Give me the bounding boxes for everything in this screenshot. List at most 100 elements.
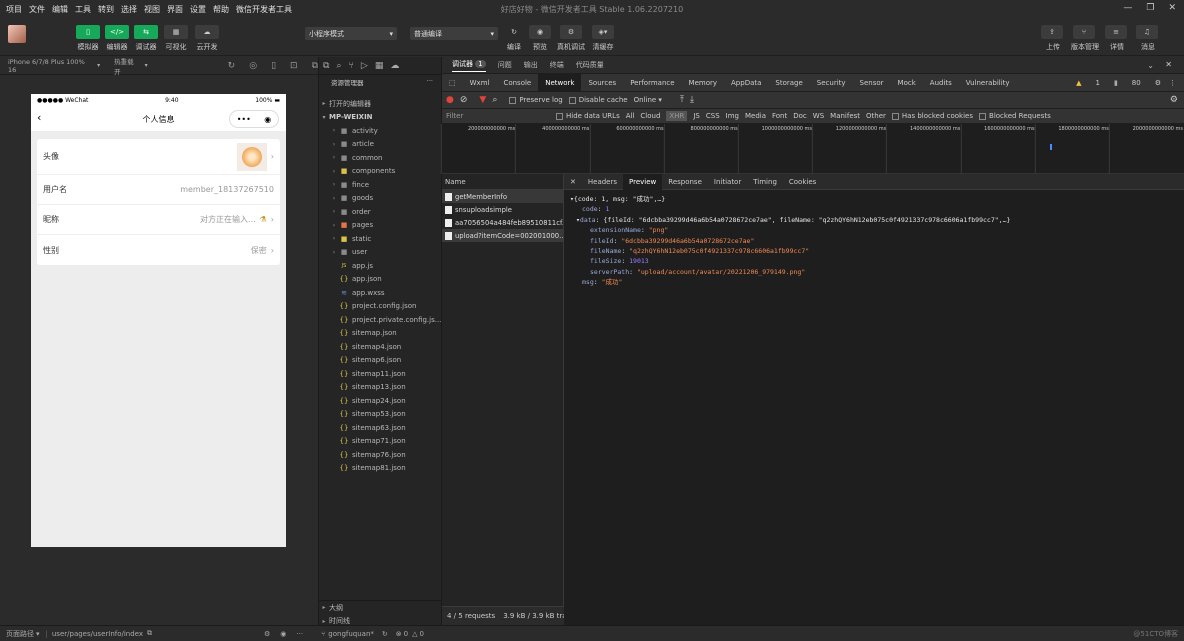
file-item[interactable]: {} sitemap53.json: [319, 408, 443, 422]
filter-all[interactable]: All: [626, 112, 635, 120]
tab-security[interactable]: Security: [810, 74, 853, 92]
filter-input[interactable]: Filter: [446, 112, 550, 120]
file-item[interactable]: {} sitemap13.json: [319, 381, 443, 395]
request-row[interactable]: snsuploadsimple: [442, 203, 563, 216]
eye-icon[interactable]: ◉: [280, 630, 286, 638]
tab-headers[interactable]: Headers: [582, 174, 623, 190]
filter-font[interactable]: Font: [772, 112, 787, 120]
compile-select[interactable]: 普通编译 ▾: [410, 27, 498, 40]
close-icon[interactable]: ✕: [1168, 3, 1176, 13]
filter-img[interactable]: Img: [726, 112, 739, 120]
copy-icon[interactable]: ⧉: [147, 629, 152, 638]
file-item[interactable]: {} project.config.json: [319, 300, 443, 314]
simulator-toggle-button[interactable]: ▯: [76, 25, 100, 39]
filter-xhr[interactable]: XHR: [666, 111, 688, 121]
tab-problems[interactable]: 问题: [498, 60, 512, 70]
files-icon[interactable]: ⧉: [323, 61, 329, 71]
preview-button[interactable]: ◉: [529, 25, 551, 39]
file-item[interactable]: {} sitemap81.json: [319, 462, 443, 476]
file-item[interactable]: {} sitemap11.json: [319, 367, 443, 381]
file-item[interactable]: {} sitemap6.json: [319, 354, 443, 368]
gear-icon[interactable]: ⚙: [264, 630, 270, 638]
page-path-label[interactable]: 页面路径: [6, 629, 34, 639]
file-item[interactable]: {} project.private.config.js...: [319, 313, 443, 327]
throttle-select[interactable]: Online ▾: [634, 96, 662, 104]
git-icon[interactable]: ⑂: [348, 61, 353, 71]
cloud-icon[interactable]: ☁: [390, 61, 399, 71]
tab-appdata[interactable]: AppData: [724, 74, 768, 92]
filter-manifest[interactable]: Manifest: [830, 112, 860, 120]
folder-item[interactable]: › ■ order: [319, 205, 443, 219]
import-icon[interactable]: ⤒: [680, 95, 684, 105]
folder-item[interactable]: › ■ common: [319, 151, 443, 165]
request-row[interactable]: upload?itemCode=002001000...: [442, 229, 563, 242]
tab-response[interactable]: Response: [662, 174, 708, 190]
minimize-icon[interactable]: —: [1123, 3, 1132, 13]
file-item[interactable]: JS app.js: [319, 259, 443, 273]
folder-item[interactable]: › ■ components: [319, 165, 443, 179]
debugger-toggle-button[interactable]: ⇆: [134, 25, 158, 39]
details-button[interactable]: ≡: [1105, 25, 1127, 39]
back-icon[interactable]: ‹: [37, 111, 41, 124]
tab-console[interactable]: Console: [496, 74, 538, 92]
phone-frame-icon[interactable]: ▯: [271, 61, 276, 71]
record-icon[interactable]: ◎: [249, 61, 257, 71]
export-icon[interactable]: ⤓: [690, 95, 694, 105]
tab-code-quality[interactable]: 代码质量: [576, 60, 604, 70]
request-row[interactable]: aa7056504a484feb89510811cf...: [442, 216, 563, 229]
upload-button[interactable]: ⇪: [1041, 25, 1063, 39]
clear-icon[interactable]: ⊘: [460, 95, 468, 105]
tab-wxml[interactable]: Wxml: [463, 74, 497, 92]
capsule-menu[interactable]: ••• ◉: [229, 110, 279, 128]
hide-data-urls-checkbox[interactable]: Hide data URLs: [556, 112, 620, 120]
filter-icon[interactable]: ▼: [479, 95, 486, 105]
open-editors-section[interactable]: ▸ 打开的编辑器: [319, 97, 443, 111]
error-count[interactable]: 0: [404, 630, 408, 638]
file-item[interactable]: {} sitemap63.json: [319, 421, 443, 435]
network-timeline[interactable]: 200000000000 ms 400000000000 ms 6000000000…: [441, 124, 1184, 174]
tab-mock[interactable]: Mock: [891, 74, 923, 92]
project-section[interactable]: ▾ MP-WEIXIN: [319, 111, 443, 125]
cloud-button[interactable]: ☁: [195, 25, 219, 39]
collapse-icon[interactable]: ⌄: [1147, 61, 1154, 70]
tab-timing[interactable]: Timing: [747, 174, 783, 190]
folder-item[interactable]: › ■ activity: [319, 124, 443, 138]
clear-cache-button[interactable]: ◈▾: [592, 25, 614, 39]
tab-storage[interactable]: Storage: [768, 74, 809, 92]
close-panel-icon[interactable]: ✕: [1165, 60, 1172, 69]
git-branch[interactable]: gongfuquan*: [328, 630, 374, 638]
folder-item[interactable]: › ■ fince: [319, 178, 443, 192]
messages-button[interactable]: ♫: [1136, 25, 1158, 39]
outline-section[interactable]: ▸ 大纲: [319, 601, 443, 615]
disable-cache-checkbox[interactable]: Disable cache: [568, 96, 628, 104]
kebab-icon[interactable]: ⋮: [1165, 74, 1184, 92]
file-item[interactable]: {} app.json: [319, 273, 443, 287]
user-avatar-image[interactable]: [236, 142, 267, 171]
extensions-icon[interactable]: ▦: [375, 61, 384, 71]
tab-sensor[interactable]: Sensor: [853, 74, 891, 92]
mode-select[interactable]: 小程序模式 ▾: [305, 27, 397, 40]
device-select[interactable]: iPhone 6/7/8 Plus 100% 16: [8, 58, 93, 74]
tab-output[interactable]: 输出: [524, 60, 538, 70]
more-icon[interactable]: ···: [296, 630, 303, 638]
record-icon[interactable]: ●: [446, 95, 454, 105]
search-icon[interactable]: ⌕: [492, 95, 497, 105]
blocked-cookies-checkbox[interactable]: Has blocked cookies: [891, 112, 973, 120]
compile-button[interactable]: ↻: [503, 25, 525, 39]
tab-cookies[interactable]: Cookies: [783, 174, 822, 190]
folder-item[interactable]: › ■ static: [319, 232, 443, 246]
tab-audits[interactable]: Audits: [923, 74, 959, 92]
avatar[interactable]: [8, 25, 26, 43]
tab-memory[interactable]: Memory: [682, 74, 724, 92]
file-item[interactable]: {} sitemap24.json: [319, 394, 443, 408]
close-detail-icon[interactable]: ✕: [564, 174, 582, 190]
preserve-log-checkbox[interactable]: Preserve log: [509, 96, 563, 104]
settings-icon[interactable]: ⚙: [1170, 95, 1178, 105]
avatar-row[interactable]: 头像 ›: [37, 139, 280, 175]
tab-debugger[interactable]: 调试器 1: [452, 59, 486, 72]
tab-vulnerability[interactable]: Vulnerability: [959, 74, 1017, 92]
filter-ws[interactable]: WS: [813, 112, 824, 120]
filter-media[interactable]: Media: [745, 112, 766, 120]
gender-row[interactable]: 性别 保密 ›: [37, 235, 280, 265]
folder-item[interactable]: › ■ article: [319, 138, 443, 152]
